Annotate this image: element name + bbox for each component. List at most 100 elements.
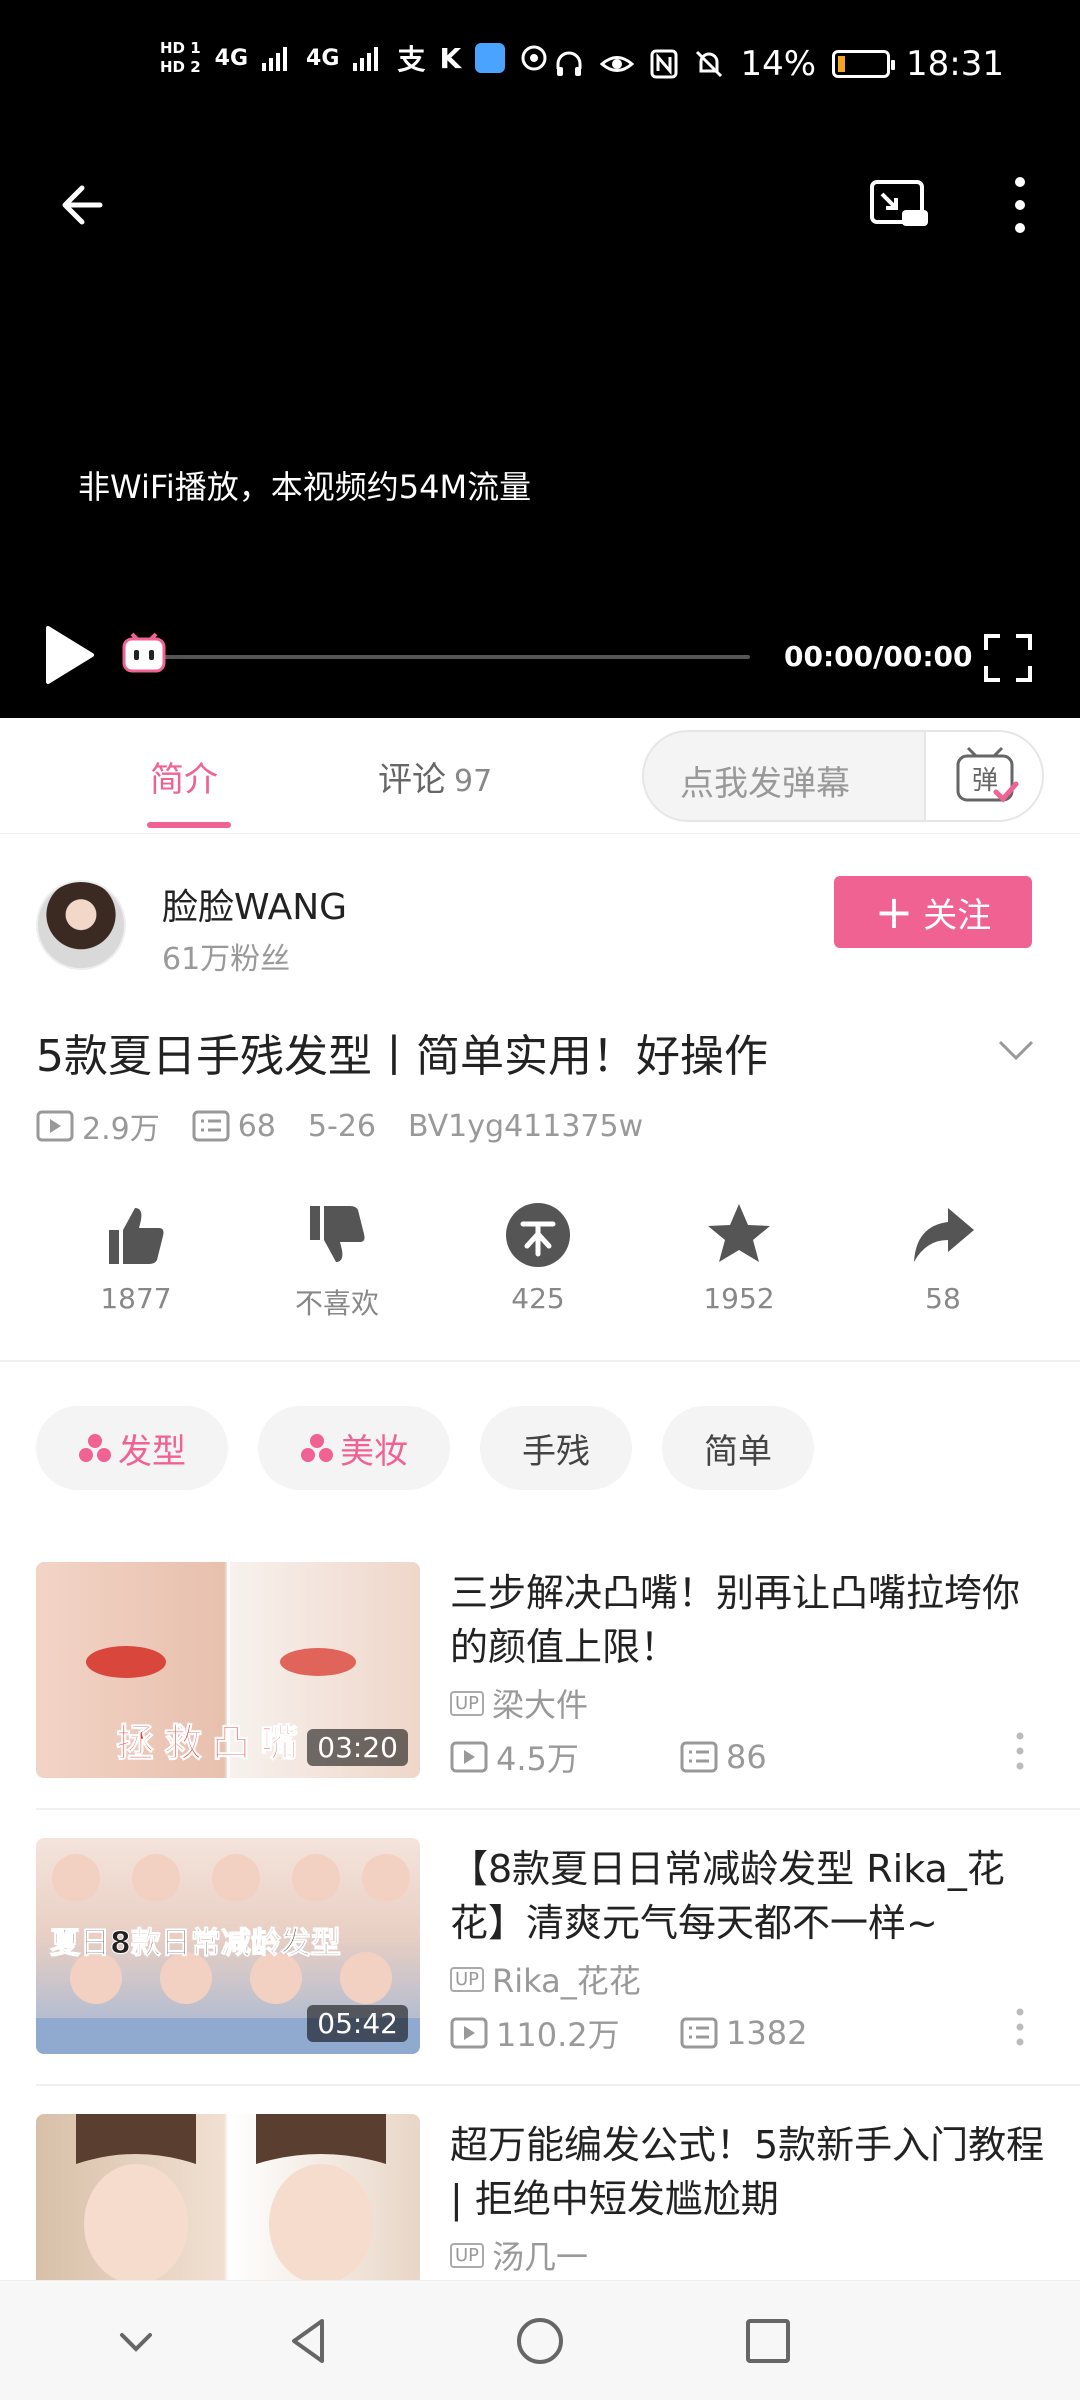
related-views-count: 110.2万 — [496, 2016, 620, 2054]
favorite-button[interactable]: 1952 — [664, 1200, 814, 1315]
related-danmaku-count: 86 — [726, 1738, 767, 1776]
video-player[interactable]: 非WiFi播放，本视频约54M流量 00:00/00:00 — [0, 130, 1080, 718]
more-options-icon[interactable] — [1010, 1728, 1030, 1774]
related-title[interactable]: 超万能编发公式！5款新手入门教程 | 拒绝中短发尴尬期 — [450, 2118, 1050, 2226]
related-uploader[interactable]: UP Rika_花花 — [450, 1956, 641, 2002]
bvid[interactable]: BV1yg411375w — [408, 1109, 643, 1144]
related-stats: 4.5万 86 — [450, 1734, 767, 1780]
related-uploader[interactable]: UP 汤几一 — [450, 2232, 588, 2278]
related-uploader-name: Rika_花花 — [492, 1962, 641, 2000]
like-button[interactable]: 1877 — [61, 1200, 211, 1315]
hd1-label: HD 1 — [160, 39, 201, 57]
mute-bell-icon — [696, 50, 723, 78]
related-uploader-name: 汤几一 — [492, 2238, 589, 2276]
signal-1-label: 4G — [214, 45, 249, 71]
tab-comments[interactable]: 评论 97 — [378, 752, 492, 801]
share-arrow-icon — [914, 1208, 974, 1262]
detail-tabs: 简介 评论 97 点我发弹幕 弹 — [0, 718, 1080, 834]
headphones-icon — [556, 51, 582, 76]
chevron-down-icon[interactable] — [996, 1030, 1036, 1070]
tag-list: 发型 美妆 手残 简单 — [36, 1406, 814, 1490]
related-uploader[interactable]: UP 梁大件 — [450, 1680, 588, 1726]
eye-icon — [600, 56, 635, 72]
follow-button[interactable]: + 关注 — [834, 876, 1032, 948]
related-video-item[interactable]: 超万能编发公式！5款新手入门教程 | 拒绝中短发尴尬期 UP 汤几一 — [0, 2114, 1080, 2280]
list-separator — [36, 1808, 1080, 1810]
status-bar: HD 1 HD 2 4G 4G 支 K 14% 18:31 — [0, 0, 1080, 130]
seek-bar[interactable] — [160, 655, 750, 659]
related-danmaku: 86 — [680, 1738, 767, 1776]
views-count: 2.9万 — [82, 1112, 160, 1147]
tab-intro[interactable]: 简介 — [150, 752, 218, 801]
battery-icon — [832, 50, 896, 78]
related-danmaku-count: 1382 — [726, 2014, 808, 2052]
tag-label: 发型 — [118, 1431, 186, 1472]
nav-back-icon[interactable] — [280, 2311, 340, 2371]
related-views: 4.5万 — [450, 1734, 680, 1780]
thumbnail-caption: 拯救凸嘴 — [115, 1721, 309, 1766]
thumbs-up-icon — [109, 1208, 164, 1264]
related-views-count: 4.5万 — [496, 1740, 579, 1778]
seek-handle-tv-icon[interactable] — [120, 630, 168, 674]
video-title: 5款夏日手残发型丨简单实用！好操作 — [36, 1031, 768, 1082]
tag-clumsy[interactable]: 手残 — [480, 1406, 632, 1490]
tag-makeup[interactable]: 美妆 — [258, 1406, 450, 1490]
related-video-item[interactable]: 拯救凸嘴 03:20 三步解决凸嘴！别再让凸嘴拉垮你的颜值上限！ UP 梁大件 … — [0, 1562, 1080, 1778]
danmaku-stat: 68 — [192, 1109, 276, 1144]
signal-bars-icon — [262, 47, 288, 71]
related-title[interactable]: 三步解决凸嘴！别再让凸嘴拉垮你的颜值上限！ — [450, 1566, 1050, 1674]
channel-dots-icon — [79, 1434, 111, 1462]
clock: 18:31 — [906, 44, 1004, 84]
coin-button[interactable]: 425 — [463, 1200, 613, 1315]
back-arrow-icon[interactable] — [52, 170, 122, 240]
tag-hairstyle[interactable]: 发型 — [36, 1406, 228, 1490]
status-left: HD 1 HD 2 4G 4G 支 K — [160, 38, 549, 78]
cast-screen-icon[interactable] — [864, 170, 934, 240]
tag-simple[interactable]: 简单 — [662, 1406, 814, 1490]
related-video-item[interactable]: 夏日8款日常减龄发型 05:42 【8款夏日日常减龄发型 Rika_花花】清爽元… — [0, 1838, 1080, 2054]
related-danmaku: 1382 — [680, 2014, 807, 2052]
danmaku-toggle-button[interactable]: 弹 — [924, 732, 1042, 820]
related-views: 110.2万 — [450, 2010, 680, 2056]
tab-active-indicator — [147, 822, 231, 828]
dislike-button[interactable]: 不喜欢 — [262, 1200, 412, 1322]
share-count: 58 — [925, 1282, 961, 1315]
play-count-icon — [450, 1741, 488, 1773]
section-divider — [0, 1360, 1080, 1362]
play-icon[interactable] — [40, 620, 100, 690]
danmaku-tv-icon: 弹 — [956, 746, 1019, 803]
nav-recents-icon[interactable] — [738, 2311, 798, 2371]
system-nav-bar — [0, 2280, 1080, 2400]
hd-indicator: HD 1 HD 2 — [160, 39, 201, 77]
related-thumbnail[interactable] — [36, 2114, 420, 2280]
playback-time: 00:00/00:00 — [784, 640, 973, 673]
uploader-avatar[interactable] — [36, 880, 126, 970]
danmaku-placeholder: 点我发弹幕 — [680, 764, 850, 804]
related-uploader-name: 梁大件 — [492, 1686, 589, 1724]
danmaku-count-icon — [680, 1741, 718, 1773]
coin-count: 425 — [511, 1282, 565, 1315]
more-options-icon[interactable] — [1010, 2004, 1030, 2050]
hide-nav-chevron-icon[interactable] — [106, 2311, 166, 2371]
plus-icon: + — [874, 885, 914, 939]
notification-k-icon: K — [439, 41, 462, 75]
tag-label: 美妆 — [340, 1431, 408, 1472]
video-meta: 2.9万 68 5-26 BV1yg411375w — [36, 1104, 675, 1148]
channel-dots-icon — [301, 1434, 333, 1462]
battery-fill — [838, 56, 846, 72]
more-options-icon[interactable] — [998, 170, 1042, 240]
related-title[interactable]: 【8款夏日日常减龄发型 Rika_花花】清爽元气每天都不一样~ — [450, 1842, 1050, 1950]
hd2-label: HD 2 — [160, 58, 201, 76]
related-stats: 110.2万 1382 — [450, 2010, 807, 2056]
share-button[interactable]: 58 — [868, 1200, 1018, 1315]
danmaku-count-icon — [680, 2017, 718, 2049]
fullscreen-icon[interactable] — [980, 630, 1036, 686]
danmaku-count: 68 — [237, 1108, 276, 1144]
coin-icon — [506, 1203, 570, 1267]
up-badge-icon: UP — [450, 2242, 485, 2268]
danmaku-input[interactable]: 点我发弹幕 弹 — [642, 730, 1044, 822]
related-thumbnail[interactable]: 拯救凸嘴 03:20 — [36, 1562, 420, 1778]
related-thumbnail[interactable]: 夏日8款日常减龄发型 05:42 — [36, 1838, 420, 2054]
nav-home-icon[interactable] — [510, 2311, 570, 2371]
uploader-name[interactable]: 脸脸WANG — [162, 878, 347, 930]
